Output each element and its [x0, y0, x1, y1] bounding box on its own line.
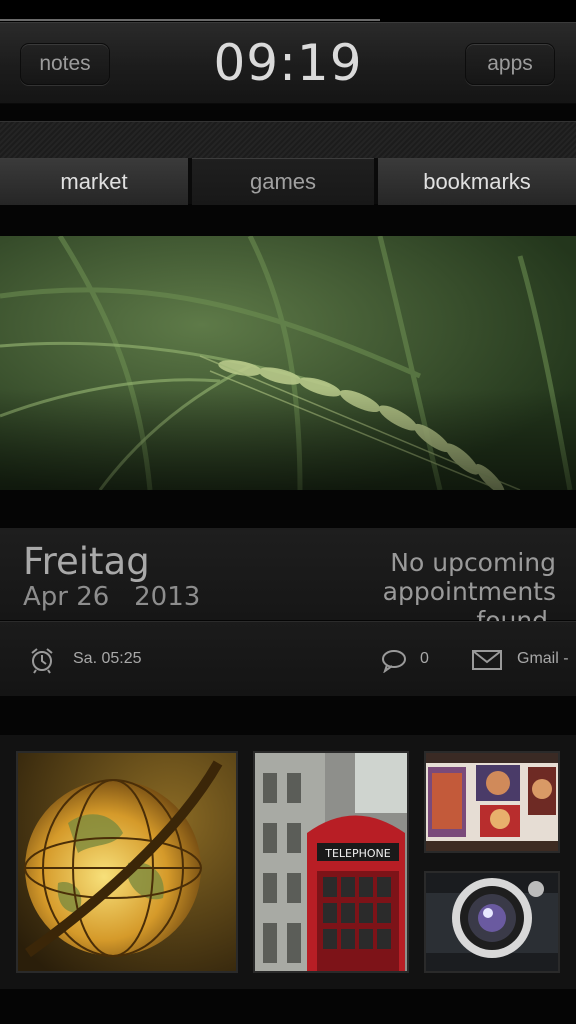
- envelope-icon[interactable]: [472, 650, 502, 670]
- tab-market[interactable]: market: [0, 158, 188, 205]
- booth-sign-text: TELEPHONE: [324, 847, 391, 860]
- decorative-strip: [0, 121, 576, 158]
- art-gallery-photo: [426, 753, 558, 851]
- speech-bubble-icon[interactable]: [380, 649, 408, 673]
- sms-count[interactable]: 0: [420, 650, 429, 668]
- photo-gallery: TELEPHONE: [0, 735, 576, 989]
- top-bar: notes 09:19 apps: [0, 22, 576, 104]
- alarm-clock-icon[interactable]: [28, 646, 56, 674]
- info-row: Sa. 05:25 0 Gmail -: [0, 621, 576, 696]
- camera-lens-photo: [426, 873, 558, 971]
- gmail-label[interactable]: Gmail -: [517, 650, 569, 668]
- notes-button[interactable]: notes: [20, 43, 110, 85]
- photo-camera-lens[interactable]: [424, 871, 560, 973]
- progress-fill: [0, 19, 381, 21]
- wallpaper-wheat-photo: [0, 236, 576, 490]
- photo-globe[interactable]: [16, 751, 238, 973]
- telephone-booth-photo: TELEPHONE: [255, 753, 407, 971]
- photo-art-gallery[interactable]: [424, 751, 560, 853]
- date-line: Apr 26 2013: [23, 582, 201, 612]
- clock[interactable]: 09:19: [188, 31, 388, 95]
- alarm-time[interactable]: Sa. 05:25: [73, 650, 142, 668]
- tab-bookmarks[interactable]: bookmarks: [378, 158, 576, 205]
- day-name: Freitag: [23, 540, 150, 583]
- status-progress-line: [0, 0, 576, 22]
- globe-photo: [18, 753, 236, 971]
- date-panel[interactable]: Freitag Apr 26 2013 No upcoming appointm…: [0, 528, 576, 635]
- photo-telephone-booth[interactable]: TELEPHONE: [253, 751, 409, 973]
- apps-button[interactable]: apps: [465, 43, 555, 85]
- tab-games[interactable]: games: [192, 158, 374, 205]
- wheat-photo: [0, 236, 576, 490]
- tab-bar: market games bookmarks: [0, 158, 576, 205]
